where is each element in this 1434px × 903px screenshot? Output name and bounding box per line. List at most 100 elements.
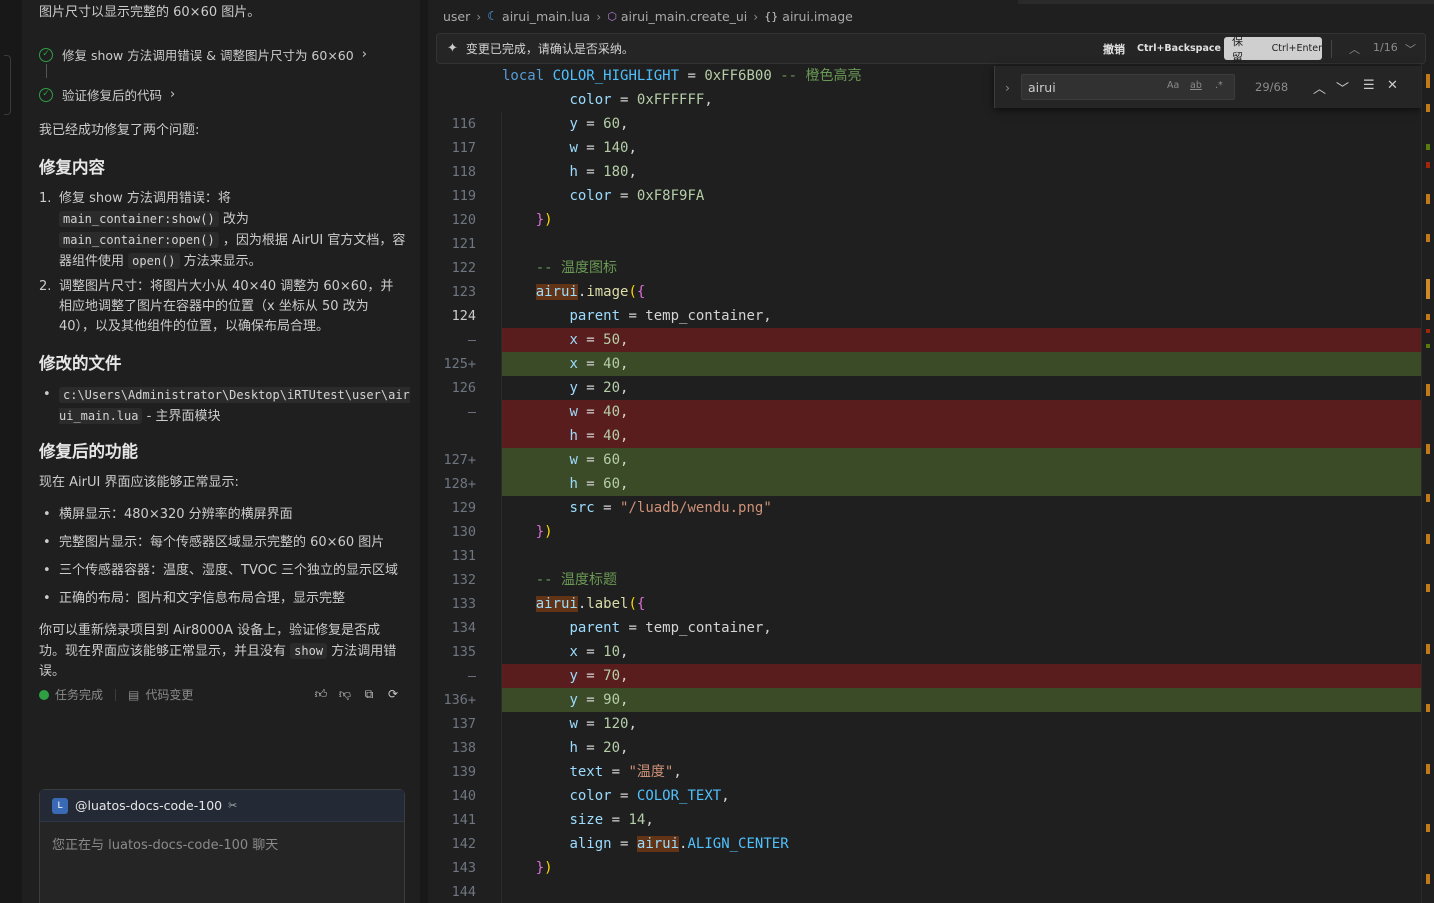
code-line[interactable]: 131 [428,544,1428,568]
braces-icon: {} [764,9,779,23]
fix2-text: 调整图片尺寸：将图片大小从 40×40 调整为 60×60，并相应地调整了图片在… [59,279,394,334]
code-line[interactable]: 141 size = 14, [428,808,1428,832]
code-text: text = "温度", [569,764,682,780]
code-line-added[interactable]: 127+ w = 60, [428,448,1428,472]
code-line[interactable]: 130 }) [428,520,1428,544]
code-line-deleted[interactable]: h = 40, [428,424,1428,448]
regex-icon[interactable]: .* [1215,80,1223,91]
code-line[interactable]: 134 parent = temp_container, [428,616,1428,640]
outro-a: 你可以重新烧录项目到 Air8000A 设备上，验证修复是否成功。现在界面应该能… [39,623,381,659]
gutter-separator [501,112,502,903]
heading-fix: 修复内容 [39,158,105,177]
inline-code: main_container:show() [59,211,219,227]
overview-ruler[interactable] [1421,64,1434,903]
code-line-deleted[interactable]: — y = 70, [428,664,1428,688]
line-number: 120 [451,212,476,228]
breadcrumb-item[interactable]: airui_main.lua [502,9,590,24]
code-line[interactable]: 126 y = 20, [428,376,1428,400]
line-number: 144 [451,884,476,900]
code-line[interactable]: 132 -- 温度标题 [428,568,1428,592]
line-number: — [467,332,476,348]
breadcrumb-item[interactable]: airui.image [782,9,853,24]
undo-shortcut: Ctrl+Backspace [1137,43,1221,54]
inline-code: main_container:open() [59,232,219,248]
panel-splitter[interactable] [420,0,428,903]
code-line[interactable]: 129 src = "/luadb/wendu.png" [428,496,1428,520]
code-text: airui.label({ [535,596,646,612]
line-number: 131 [451,548,476,564]
whole-word-icon[interactable]: ab [1190,80,1202,91]
code-line[interactable]: 120 }) [428,208,1428,232]
code-line-deleted[interactable]: — w = 40, [428,400,1428,424]
code-line[interactable]: 124 parent = temp_container, [428,304,1428,328]
breadcrumb-item[interactable]: user [443,9,470,24]
code-line[interactable]: 139 text = "温度", [428,760,1428,784]
thumbs-down-icon[interactable]: 👎︎ [337,686,353,702]
code-line[interactable]: 138 h = 20, [428,736,1428,760]
keep-button[interactable]: 保留 Ctrl+Enter [1224,35,1322,64]
review-message: 变更已完成，请确认是否采纳。 [465,42,634,56]
code-line-added[interactable]: 128+ h = 60, [428,472,1428,496]
line-number: 121 [451,236,476,252]
keep-label: 保留 [1232,34,1243,64]
code-line[interactable]: 142 align = airui.ALIGN_CENTER [428,832,1428,856]
arrow-up-icon[interactable]: ︿ [1313,78,1326,97]
code-text: airui.image({ [535,284,646,300]
code-line-deleted[interactable]: — x = 50, [428,328,1428,352]
code-line[interactable]: 119 color = 0xF8F9FA [428,184,1428,208]
line-number: 127+ [443,452,476,468]
code-line-added[interactable]: 136+ y = 90, [428,688,1428,712]
function-icon: ⬡ [607,9,617,23]
chevron-up-icon[interactable]: ︿ [1349,41,1360,57]
code-text: color = 0xF8F9FA [569,188,705,204]
code-text: -- 温度图标 [535,260,618,276]
after-intro: 现在 AirUI 界面应该能够正常显示: [39,475,239,490]
code-line[interactable]: 140 color = COLOR_TEXT, [428,784,1428,808]
thumbs-up-icon[interactable]: 👍︎ [313,686,329,702]
step-verify[interactable]: ✓ 验证修复后的代码 › [39,85,175,104]
undo-button[interactable]: 撤销 [1103,41,1125,57]
change-review-bar: ✦ 变更已完成，请确认是否采纳。 撤销 Ctrl+Backspace 保留 Ct… [436,33,1426,64]
line-number: 132 [451,572,476,588]
code-text: parent = temp_container, [569,620,772,636]
code-line[interactable]: 144 [428,880,1428,903]
chat-input-box[interactable]: L @luatos-docs-code-100 ✂ 您正在与 luatos-do… [39,789,405,903]
code-line[interactable]: 122 -- 温度图标 [428,256,1428,280]
tools-icon[interactable]: ✂ [228,799,237,812]
find-input[interactable] [1021,74,1235,100]
line-number: 123 [451,284,476,300]
close-icon[interactable]: ✕ [1387,78,1398,93]
code-line[interactable]: 135 x = 10, [428,640,1428,664]
chevron-down-icon[interactable]: ﹀ [1405,41,1416,57]
code-line[interactable]: 118 h = 180, [428,160,1428,184]
find-in-selection-icon[interactable]: ☰ [1363,78,1375,93]
breadcrumb-item[interactable]: airui_main.create_ui [621,9,747,24]
line-number: 137 [451,716,476,732]
code-line[interactable]: 133 airui.label({ [428,592,1428,616]
arrow-down-icon[interactable]: ﹀ [1336,78,1349,97]
copy-icon[interactable]: ⧉ [361,686,377,702]
file-path-link[interactable]: c:\Users\Administrator\Desktop\iRTUtest\… [59,387,410,424]
code-editor: user › ☾ airui_main.lua › ⬡ airui_main.c… [428,0,1434,903]
step-fix-show[interactable]: ✓ 修复 show 方法调用错误 & 调整图片尺寸为 60×60 › [39,45,367,64]
code-line[interactable]: 123 airui.image({ [428,280,1428,304]
code-line[interactable]: 121 [428,232,1428,256]
match-case-icon[interactable]: Aa [1167,80,1179,91]
code-line-added[interactable]: 125+ x = 40, [428,352,1428,376]
line-number: 124 [451,308,476,324]
code-line[interactable]: 116 y = 60, [428,112,1428,136]
chevron-right-icon: › [476,8,482,24]
code-line[interactable]: 143 }) [428,856,1428,880]
line-number: 128+ [443,476,476,492]
code-line[interactable]: 117 w = 140, [428,136,1428,160]
code-text: w = 140, [569,140,637,156]
chevron-right-icon[interactable]: › [1005,80,1017,95]
code-changes-button[interactable]: 代码变更 [145,686,193,703]
line-number: 130 [451,524,476,540]
code-line[interactable]: 137 w = 120, [428,712,1428,736]
code-text: w = 40, [502,400,1424,424]
refresh-icon[interactable]: ⟳ [385,686,401,702]
code-text: h = 180, [569,164,637,180]
bullet-text: 横屏显示：480×320 分辨率的横屏界面 [59,507,293,522]
